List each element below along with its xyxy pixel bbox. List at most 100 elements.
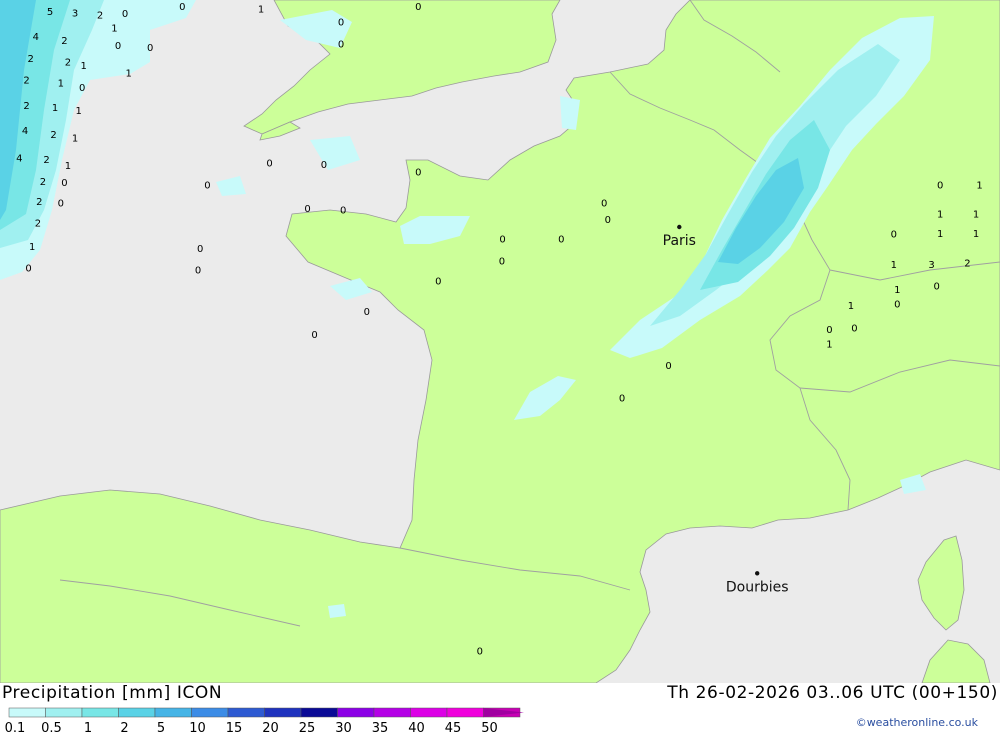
precip-value-79: 1 — [937, 229, 943, 240]
precip-value-43: 0 — [601, 198, 607, 209]
precip-value-83: 3 — [928, 260, 934, 271]
precip-value-15: 2 — [65, 58, 71, 69]
legend-label-5: 10 — [189, 721, 206, 733]
city-dot-paris — [677, 224, 682, 230]
legend-label-11: 40 — [408, 721, 425, 733]
precip-value-40: 0 — [415, 167, 421, 178]
legend-label-0: 0.1 — [5, 721, 26, 733]
precip-value-47: 0 — [499, 235, 505, 246]
precip-value-45: 0 — [197, 244, 203, 255]
precip-value-29: 1 — [65, 161, 71, 172]
precip-value-11: 0 — [147, 43, 153, 54]
precip-value-27: 4 — [16, 154, 22, 165]
legend-label-8: 25 — [299, 721, 316, 733]
precip-value-50: 0 — [435, 277, 441, 288]
legend-swatch-5 — [191, 707, 229, 718]
precip-value-76: 1 — [973, 209, 979, 220]
precip-value-28: 2 — [43, 155, 49, 166]
legend-label-1: 0.5 — [41, 721, 62, 733]
precip-value-93: 0 — [619, 394, 625, 405]
precip-value-32: 2 — [36, 197, 42, 208]
precip-value-75: 1 — [937, 209, 943, 220]
precip-value-49: 0 — [499, 256, 505, 267]
precip-value-9: 1 — [111, 24, 117, 35]
precip-value-37: 0 — [266, 159, 272, 170]
precip-value-30: 2 — [40, 177, 46, 188]
precip-value-24: 4 — [22, 126, 28, 137]
legend-swatch-3 — [118, 707, 156, 718]
legend-swatch-4 — [154, 707, 192, 718]
precip-value-88: 1 — [848, 301, 854, 312]
legend-swatch-7 — [264, 707, 302, 718]
map-datetime: Th 26-02-2026 03..06 UTC (00+150) — [667, 683, 998, 703]
precip-value-48: 0 — [558, 235, 564, 246]
precip-value-72: 1 — [976, 180, 982, 191]
precip-value-51: 0 — [364, 307, 370, 318]
precip-value-33: 0 — [58, 198, 64, 209]
precip-value-85: 1 — [894, 285, 900, 296]
legend-swatch-12 — [446, 707, 484, 718]
legend-label-7: 20 — [262, 721, 279, 733]
legend-label-4: 5 — [157, 721, 165, 733]
legend-swatch-11 — [410, 707, 448, 718]
precip-value-92: 0 — [665, 361, 671, 372]
legend-swatch-2 — [81, 707, 119, 718]
precip-value-18: 2 — [23, 76, 29, 87]
precip-value-20: 0 — [79, 83, 85, 94]
precip-value-5: 1 — [258, 5, 264, 16]
precip-value-39: 0 — [204, 180, 210, 191]
precip-value-23: 1 — [76, 106, 82, 117]
precip-value-91: 1 — [826, 339, 832, 350]
precip-value-0: 5 — [47, 7, 53, 18]
precip-value-42: 0 — [340, 206, 346, 217]
precip-value-19: 1 — [58, 78, 64, 89]
city-dot-dourbies — [755, 571, 760, 576]
precip-value-3: 0 — [122, 9, 128, 20]
city-label-paris: Paris — [663, 233, 696, 249]
legend-swatch-1 — [45, 707, 83, 718]
precipitation-map: 5 3 2 00 1 04 210 0002 2 112 1 02 1 14 2 14 212 02 02100 00… — [0, 0, 1000, 683]
precip-value-12: 0 — [338, 18, 344, 29]
precip-value-80: 1 — [973, 229, 979, 240]
precip-value-8: 2 — [61, 36, 67, 47]
precip-value-52: 0 — [311, 330, 317, 341]
legend-label-12: 45 — [445, 721, 462, 733]
precip-value-4: 0 — [179, 2, 185, 13]
legend-swatch-6 — [227, 707, 265, 718]
precip-value-22: 1 — [52, 103, 58, 114]
precip-value-36: 0 — [25, 264, 31, 275]
legend-swatch-8 — [300, 707, 338, 718]
site-credit[interactable]: ©weatheronline.co.uk — [856, 716, 978, 729]
precip-legend: 0.1 0.5 1 2 5 10 15 20 25 30 35 40 45 50 — [5, 707, 524, 733]
precip-value-46: 0 — [195, 266, 201, 277]
legend-swatch-0 — [8, 707, 46, 718]
precip-value-89: 0 — [826, 325, 832, 336]
precip-value-21: 2 — [23, 101, 29, 112]
precip-value-41: 0 — [304, 204, 310, 215]
precip-value-10: 0 — [115, 41, 121, 52]
precip-value-17: 1 — [126, 68, 132, 79]
legend-label-10: 35 — [372, 721, 389, 733]
legend-label-13: 50 — [481, 721, 498, 733]
precip-value-31: 0 — [61, 178, 67, 189]
precip-value-14: 2 — [28, 54, 34, 65]
legend-swatch-9 — [337, 707, 375, 718]
precip-value-87: 0 — [894, 300, 900, 311]
precip-value-84: 2 — [964, 258, 970, 269]
city-label-dourbies: Dourbies — [726, 579, 789, 595]
legend-label-9: 30 — [335, 721, 352, 733]
legend-label-3: 2 — [120, 721, 128, 733]
precip-value-34: 2 — [35, 219, 41, 230]
precip-value-78: 0 — [891, 230, 897, 241]
map-title: Precipitation [mm] ICON — [2, 683, 223, 703]
precip-value-82: 1 — [891, 260, 897, 271]
precip-value-90: 0 — [851, 324, 857, 335]
legend-label-6: 15 — [226, 721, 243, 733]
legend-label-2: 1 — [84, 721, 92, 733]
precip-value-26: 1 — [72, 133, 78, 144]
precip-value-16: 1 — [81, 61, 87, 72]
precip-value-1: 3 — [72, 8, 78, 19]
legend-swatch-10 — [373, 707, 411, 718]
precip-value-44: 0 — [605, 215, 611, 226]
precip-value-94: 0 — [477, 647, 483, 658]
